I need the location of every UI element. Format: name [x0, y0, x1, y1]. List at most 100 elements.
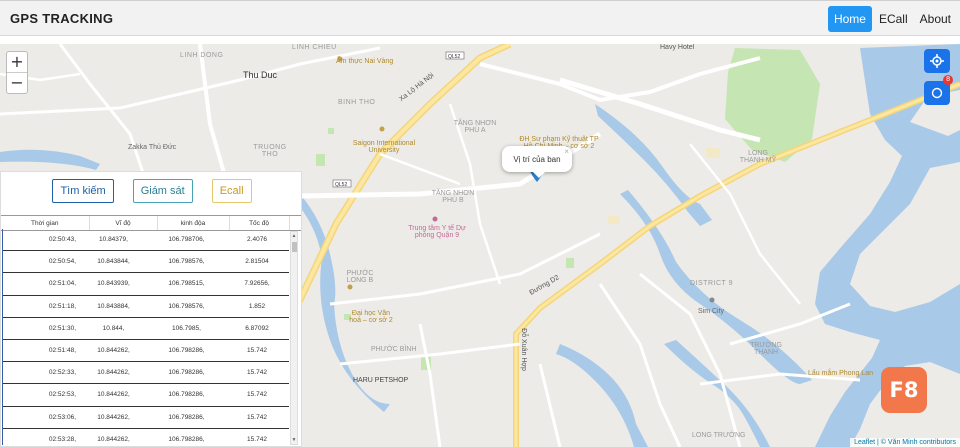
cell-longitude: 106.7985, — [148, 317, 225, 340]
monitor-button[interactable]: Giám sát — [132, 179, 193, 203]
table-row[interactable]: 02:51:04, 10.843939, 106.798515, 7.92656, — [3, 272, 289, 296]
cell-longitude: 106.798706, — [148, 229, 225, 252]
cell-longitude: 106.798286, — [148, 383, 225, 407]
map-label: Lẩu mắm Phong Lan — [808, 370, 873, 377]
cell-latitude: 10.843884, — [79, 295, 148, 318]
cell-speed: 15.742 — [225, 383, 289, 407]
map-label: Đỗ Xuân Hợp — [519, 328, 527, 371]
cell-time: 02:53:06, — [3, 406, 79, 429]
nav-about[interactable]: About — [915, 6, 956, 32]
cell-time: 02:53:28, — [3, 428, 79, 445]
popup-text: Vị trí của ban — [513, 154, 561, 164]
circle-icon — [931, 87, 943, 99]
cell-speed: 6.87092 — [225, 317, 289, 340]
leaflet-link[interactable]: Leaflet — [854, 439, 875, 446]
map-label: BINH THO — [338, 99, 376, 106]
map-label: Ẩm thực Nai Vàng — [336, 58, 394, 65]
table-scrollbar[interactable]: ▲ ▼ — [290, 231, 298, 445]
table-row[interactable]: 02:51:18, 10.843884, 106.798576, 1.852 — [3, 295, 289, 318]
cell-speed: 1.852 — [225, 295, 289, 318]
nav-ecall[interactable]: ECall — [874, 6, 913, 32]
zoom-in-button[interactable]: + — [7, 52, 27, 72]
cell-latitude: 10.844262, — [79, 339, 148, 363]
panel-actions: Tìm kiếm Giám sát Ecall — [1, 179, 303, 203]
gps-table-body[interactable]: 02:50:43, 10.84379, 106.798706, 2.4076 02:50… — [2, 229, 303, 445]
cell-latitude: 10.844262, — [79, 406, 148, 429]
map-label: LINH CHIEU — [292, 44, 337, 51]
locate-button[interactable] — [924, 49, 950, 73]
cell-speed: 7.92656, — [225, 272, 289, 296]
table-row[interactable]: 02:51:48, 10.844262, 106.798286, 15.742 — [3, 339, 289, 363]
cell-time: 02:51:18, — [3, 295, 79, 318]
cell-latitude: 10.84379, — [79, 229, 148, 252]
cell-longitude: 106.798286, — [148, 361, 225, 385]
search-button[interactable]: Tìm kiếm — [52, 179, 114, 203]
cell-longitude: 106.798286, — [148, 406, 225, 429]
cell-time: 02:52:53, — [3, 383, 79, 407]
map-label: Đại học Văn hoá – cơ sở 2 — [349, 310, 393, 324]
scroll-thumb[interactable] — [292, 242, 297, 252]
table-row[interactable]: 02:50:43, 10.84379, 106.798706, 2.4076 — [3, 229, 289, 252]
notification-badge: 8 — [943, 75, 953, 85]
map-label: PHƯỚC BÌNH — [371, 346, 417, 353]
cell-time: 02:52:33, — [3, 361, 79, 385]
map-label: Thu Duc — [243, 70, 278, 80]
location-popup: Vị trí của ban × — [502, 146, 572, 178]
map-label: TRUONG THO — [253, 144, 287, 158]
f8-logo: F8 — [881, 367, 927, 413]
zoom-control: + − — [6, 51, 28, 94]
map-label: DISTRICT 9 — [690, 280, 733, 287]
track-button[interactable]: 8 — [924, 75, 953, 105]
table-row[interactable]: 02:50:54, 10.843844, 106.798576, 2.81504 — [3, 250, 289, 274]
cell-latitude: 10.843844, — [79, 250, 148, 274]
tracking-panel: Tìm kiếm Giám sát Ecall Thời gian Vĩ độ … — [0, 171, 302, 447]
table-row[interactable]: 02:52:53, 10.844262, 106.798286, 15.742 — [3, 383, 289, 407]
cell-latitude: 10.844262, — [79, 361, 148, 385]
cell-speed: 15.742 — [225, 339, 289, 363]
map-label: Trung tâm Y tế Dự phòng Quận 9 — [408, 225, 466, 239]
cell-longitude: 106.798576, — [148, 295, 225, 318]
cell-longitude: 106.798576, — [148, 250, 225, 274]
attribution-text: | © Văn Minh contributors — [875, 439, 956, 446]
table-row[interactable]: 02:51:30, 10.844, 106.7985, 6.87092 — [3, 317, 289, 340]
map-label: LONG TRƯỜNG — [692, 432, 746, 439]
cell-longitude: 106.798286, — [148, 339, 225, 363]
brand-title[interactable]: GPS TRACKING — [10, 11, 113, 26]
map-label: LONG THẠNH MỸ — [739, 150, 777, 164]
cell-latitude: 10.844, — [79, 317, 148, 340]
popup-close-button[interactable]: × — [564, 147, 569, 156]
cell-latitude: 10.843939, — [79, 272, 148, 296]
map-label: Sim City — [698, 308, 725, 315]
map-label: Đường D2 — [528, 274, 561, 297]
table-row[interactable]: 02:52:33, 10.844262, 106.798286, 15.742 — [3, 361, 289, 385]
cell-time: 02:50:43, — [3, 229, 79, 252]
scroll-down-arrow[interactable]: ▼ — [291, 436, 297, 444]
map-label: TRƯỜNG THẠNH — [750, 342, 782, 356]
map-label: LINH DONG — [180, 52, 224, 59]
cell-time: 02:51:48, — [3, 339, 79, 363]
table-row[interactable]: 02:53:06, 10.844262, 106.798286, 15.742 — [3, 406, 289, 429]
top-navbar: GPS TRACKING Home ECall About — [0, 0, 960, 36]
map-label: TĂNG NHƠN PHÚ A — [453, 120, 497, 134]
map-label: Havy Hotel — [660, 44, 695, 51]
scroll-up-arrow[interactable]: ▲ — [291, 232, 297, 240]
zoom-out-button[interactable]: − — [7, 72, 27, 93]
map-label: Zakka Thủ Đức — [128, 144, 177, 151]
main-nav: Home ECall About — [826, 6, 956, 32]
cell-longitude: 106.798515, — [148, 272, 225, 296]
nav-home[interactable]: Home — [827, 6, 872, 32]
crosshair-icon — [930, 54, 944, 68]
map-label: TĂNG NHƠN PHÚ B — [431, 190, 475, 204]
table-row[interactable]: 02:53:28, 10.844262, 106.798286, 15.742 — [3, 428, 289, 445]
cell-speed: 2.4076 — [225, 229, 289, 252]
cell-speed: 15.742 — [225, 406, 289, 429]
ecall-button[interactable]: Ecall — [211, 179, 252, 203]
cell-time: 02:50:54, — [3, 250, 79, 274]
cell-speed: 2.81504 — [225, 250, 289, 274]
map-attribution: Leaflet | © Văn Minh contributors — [850, 438, 960, 447]
cell-speed: 15.742 — [225, 361, 289, 385]
cell-time: 02:51:04, — [3, 272, 79, 296]
map-label: Xa Lộ Hà Nội — [398, 71, 436, 104]
cell-longitude: 106.798286, — [148, 428, 225, 445]
cell-latitude: 10.844262, — [79, 383, 148, 407]
